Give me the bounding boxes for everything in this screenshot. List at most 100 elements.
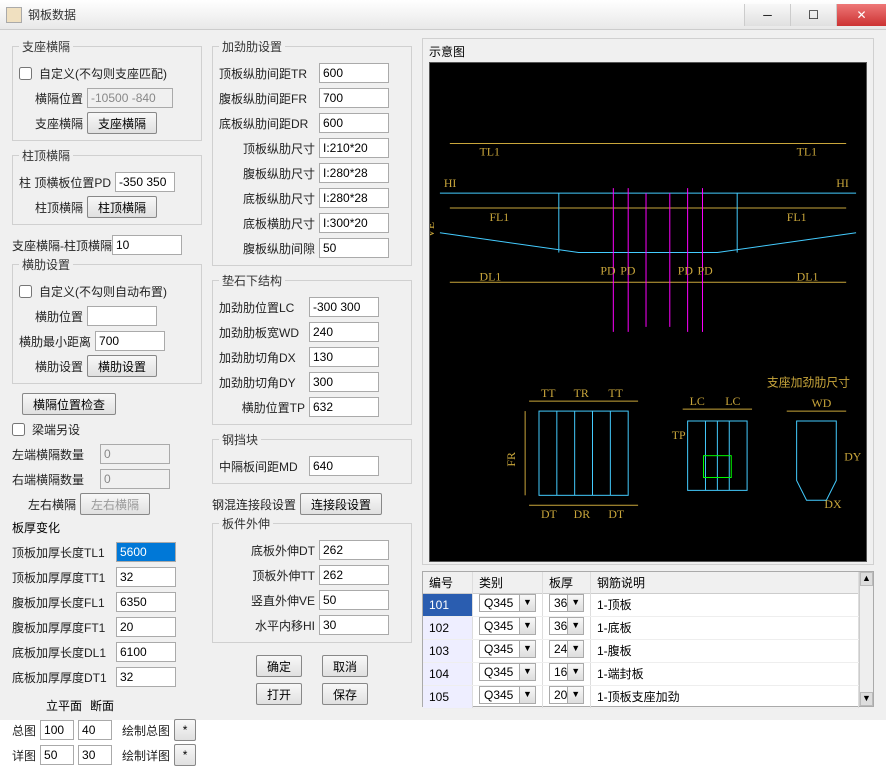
input-dsize[interactable] [319,188,389,208]
btn-zhizuo[interactable]: 支座横隔 [87,112,157,134]
table-row[interactable]: 104Q345▼16▼1-端封板 [423,663,859,686]
type-select[interactable]: Q345▼ [479,594,536,612]
btn-hg-check[interactable]: 横隔位置检查 [22,393,116,415]
input-dr[interactable] [319,113,389,133]
svg-text:HI: HI [836,176,849,190]
chevron-down-icon[interactable]: ▼ [568,663,584,681]
chevron-down-icon[interactable]: ▼ [568,594,584,612]
input-henglei-min[interactable] [95,331,165,351]
input-right-count[interactable] [100,469,170,489]
svg-text:支座加劲肋尺寸: 支座加劲肋尺寸 [767,375,850,389]
input-lc[interactable] [309,297,379,317]
input-tp[interactable] [309,397,379,417]
svg-text:WD: WD [812,396,832,410]
input-xt2[interactable] [78,745,112,765]
chevron-down-icon[interactable]: ▼ [568,686,584,704]
input-zt1[interactable] [40,720,74,740]
svg-text:DL1: DL1 [797,269,819,283]
input-bj-ve[interactable] [319,590,389,610]
chevron-down-icon[interactable]: ▼ [520,663,536,681]
chk-henglei-custom[interactable] [19,285,32,298]
input-fr[interactable] [319,88,389,108]
chk-liangduan[interactable] [12,423,25,436]
btn-save[interactable]: 保存 [322,683,368,705]
input-tt1[interactable] [116,567,176,587]
chevron-down-icon[interactable]: ▼ [520,594,536,612]
input-pd[interactable] [115,172,175,192]
input-fgap[interactable] [319,238,389,258]
btn-draw-zt[interactable]: * [174,719,196,741]
input-bj-dt[interactable] [319,540,389,560]
btn-zhuding[interactable]: 柱顶横隔 [87,196,157,218]
th-thk[interactable]: 板厚 [543,572,591,594]
input-fsize[interactable] [319,163,389,183]
window-title: 钢板数据 [28,6,744,23]
table-row[interactable]: 105Q345▼20▼1-顶板支座加劲 [423,686,859,709]
table-row[interactable]: 103Q345▼24▼1-腹板 [423,640,859,663]
titlebar: 钢板数据 ─ ☐ ✕ [0,0,886,30]
chevron-down-icon[interactable]: ▼ [520,640,536,658]
type-select[interactable]: Q345▼ [479,686,536,704]
input-dheng[interactable] [319,213,389,233]
legend-henglei: 横肋设置 [19,256,73,273]
input-dt1[interactable] [116,667,176,687]
thk-select[interactable]: 16▼ [549,663,584,681]
input-tsize[interactable] [319,138,389,158]
input-bj-tt[interactable] [319,565,389,585]
svg-text:FL1: FL1 [787,210,807,224]
btn-cancel[interactable]: 取消 [322,655,368,677]
table-row[interactable]: 101Q345▼36▼1-顶板 [423,594,859,617]
btn-lr[interactable]: 左右横隔 [80,493,150,515]
btn-henglei[interactable]: 横肋设置 [87,355,157,377]
scroll-up-icon[interactable]: ▲ [860,572,873,586]
btn-ghlj[interactable]: 连接段设置 [300,493,382,515]
scroll-down-icon[interactable]: ▼ [860,692,873,706]
table-row[interactable]: 102Q345▼36▼1-底板 [423,617,859,640]
chevron-down-icon[interactable]: ▼ [568,617,584,635]
btn-ok[interactable]: 确定 [256,655,302,677]
input-wd[interactable] [309,322,379,342]
thk-select[interactable]: 20▼ [549,686,584,704]
th-id[interactable]: 编号 [423,572,473,594]
chevron-down-icon[interactable]: ▼ [520,686,536,704]
table-scrollbar[interactable]: ▲ ▼ [859,572,873,706]
input-dx[interactable] [309,347,379,367]
chevron-down-icon[interactable]: ▼ [520,617,536,635]
svg-text:HI: HI [444,176,457,190]
type-select[interactable]: Q345▼ [479,640,536,658]
input-bj-hi[interactable] [319,615,389,635]
chk-zhizuo-custom[interactable] [19,67,32,80]
minimize-button[interactable]: ─ [744,4,790,26]
input-xt1[interactable] [40,745,74,765]
input-fl1[interactable] [116,592,176,612]
svg-text:TL1: TL1 [480,144,501,158]
th-type[interactable]: 类别 [473,572,543,594]
input-tl1[interactable] [116,542,176,562]
th-desc[interactable]: 钢筋说明 [591,572,859,594]
input-ft1[interactable] [116,617,176,637]
input-hebing[interactable] [112,235,182,255]
thk-select[interactable]: 36▼ [549,594,584,612]
thk-select[interactable]: 36▼ [549,617,584,635]
svg-text:DT: DT [608,507,625,521]
input-henglei-pos[interactable] [87,306,157,326]
btn-draw-xt[interactable]: * [174,744,196,766]
type-select[interactable]: Q345▼ [479,663,536,681]
input-tr[interactable] [319,63,389,83]
input-zt2[interactable] [78,720,112,740]
type-select[interactable]: Q345▼ [479,617,536,635]
legend-zhizuo: 支座横隔 [19,38,73,55]
group-zhizuo: 支座横隔 自定义(不勾则支座匹配) 横隔位置 支座横隔支座横隔 [12,38,202,141]
chevron-down-icon[interactable]: ▼ [568,640,584,658]
btn-open[interactable]: 打开 [256,683,302,705]
close-button[interactable]: ✕ [836,4,886,26]
svg-text:DT: DT [541,507,558,521]
input-md[interactable] [309,456,379,476]
svg-text:DR: DR [574,507,591,521]
input-dy[interactable] [309,372,379,392]
input-dl1[interactable] [116,642,176,662]
input-zhizuo-pos[interactable] [87,88,173,108]
input-left-count[interactable] [100,444,170,464]
maximize-button[interactable]: ☐ [790,4,836,26]
thk-select[interactable]: 24▼ [549,640,584,658]
